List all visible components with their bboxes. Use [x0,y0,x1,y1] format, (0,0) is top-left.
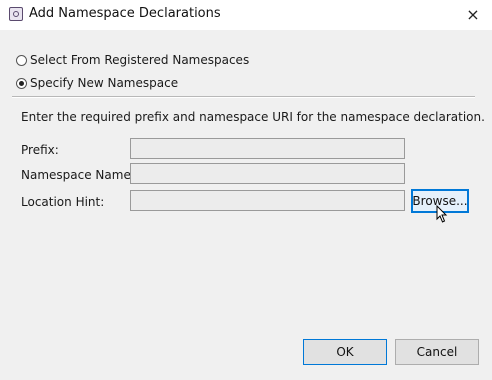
namespace-name-label: Namespace Name: [21,168,135,182]
prefix-label: Prefix: [21,143,59,157]
mouse-pointer-icon [436,205,448,223]
title-bar: Add Namespace Declarations × [0,0,492,30]
window-title: Add Namespace Declarations [29,6,221,21]
app-icon [9,7,23,21]
radio-icon[interactable] [16,54,27,66]
option-new-label: Specify New Namespace [30,76,179,90]
close-icon[interactable]: × [462,4,484,26]
ok-button[interactable]: OK [303,339,387,365]
radio-selected-icon[interactable] [16,77,27,89]
prefix-input[interactable] [130,138,405,159]
instruction-text: Enter the required prefix and namespace … [21,110,485,124]
option-registered-label: Select From Registered Namespaces [30,53,250,67]
cancel-button[interactable]: Cancel [395,339,479,365]
location-hint-label: Location Hint: [21,195,105,209]
option-specify-new-namespace[interactable]: Specify New Namespace [16,74,178,92]
separator [12,96,475,98]
location-hint-input[interactable] [130,190,405,211]
option-registered-namespaces[interactable]: Select From Registered Namespaces [16,51,249,69]
namespace-name-input[interactable] [130,163,405,184]
